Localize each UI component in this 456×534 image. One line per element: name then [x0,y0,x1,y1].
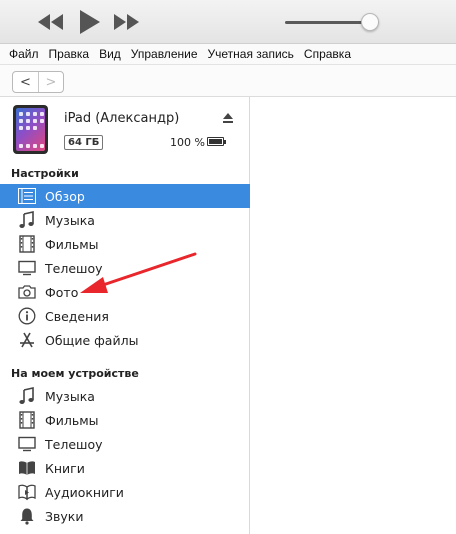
book-icon [17,458,37,478]
app-store-icon [17,330,37,350]
film-icon [17,410,37,430]
summary-icon [17,186,37,206]
nav-buttons: < > [12,71,64,93]
sidebar-item-label: Музыка [45,388,95,404]
player-bar [0,0,456,44]
tv-icon [17,434,37,454]
device-header[interactable]: iPad (Александр) 64 ГБ 100 % [0,97,250,161]
device-item-tv[interactable]: Телешоу [0,432,250,456]
menu-file[interactable]: Файл [4,47,44,61]
sidebar-item-label: Аудиокниги [45,484,124,500]
nav-bar: < > [0,65,456,97]
capacity-badge: 64 ГБ [64,135,104,150]
sidebar-item-music[interactable]: Музыка [0,208,250,232]
sidebar: iPad (Александр) 64 ГБ 100 % Настройки О… [0,97,250,534]
eject-icon[interactable] [222,112,234,124]
play-icon[interactable] [80,10,100,34]
menu-view[interactable]: Вид [94,47,126,61]
forward-button[interactable]: > [38,72,63,92]
film-icon [17,234,37,254]
menu-controls[interactable]: Управление [126,47,203,61]
camera-icon [17,282,37,302]
sidebar-item-label: Фильмы [45,236,99,252]
bell-icon [17,506,37,526]
rewind-icon[interactable] [38,14,64,30]
volume-knob[interactable] [361,13,379,31]
music-note-icon [17,386,37,406]
sidebar-item-summary[interactable]: Обзор [0,184,250,208]
sidebar-item-label: Фильмы [45,412,99,428]
sidebar-item-label: Сведения [45,308,109,324]
info-icon [17,306,37,326]
sidebar-item-label: Книги [45,460,85,476]
ipad-thumbnail [13,105,48,154]
menu-bar: Файл Правка Вид Управление Учетная запис… [0,44,456,65]
section-title-on-device: На моем устройстве [11,367,139,380]
sidebar-item-tv[interactable]: Телешоу [0,256,250,280]
sidebar-item-label: Телешоу [45,260,103,276]
menu-help[interactable]: Справка [299,47,356,61]
main-content [251,97,456,534]
device-item-books[interactable]: Книги [0,456,250,480]
audiobook-icon [17,482,37,502]
sidebar-item-file-sharing[interactable]: Общие файлы [0,328,250,352]
back-button[interactable]: < [13,72,38,92]
menu-edit[interactable]: Правка [44,47,95,61]
sidebar-item-label: Музыка [45,212,95,228]
music-note-icon [17,210,37,230]
menu-account[interactable]: Учетная запись [203,47,299,61]
sidebar-item-info[interactable]: Сведения [0,304,250,328]
device-item-tones[interactable]: Звуки [0,504,250,528]
section-title-settings: Настройки [11,167,79,180]
battery-icon [207,137,226,146]
sidebar-item-label: Фото [45,284,79,300]
device-item-music[interactable]: Музыка [0,384,250,408]
sidebar-item-movies[interactable]: Фильмы [0,232,250,256]
fast-forward-icon[interactable] [114,14,140,30]
sidebar-item-photos[interactable]: Фото [0,280,250,304]
device-item-audiobooks[interactable]: Аудиокниги [0,480,250,504]
device-name: iPad (Александр) [64,111,180,126]
tv-icon [17,258,37,278]
sidebar-item-label: Телешоу [45,436,103,452]
device-item-movies[interactable]: Фильмы [0,408,250,432]
sidebar-item-label: Обзор [45,188,85,204]
sidebar-item-label: Звуки [45,508,84,524]
sidebar-item-label: Общие файлы [45,332,139,348]
battery-percent: 100 % [170,136,205,149]
